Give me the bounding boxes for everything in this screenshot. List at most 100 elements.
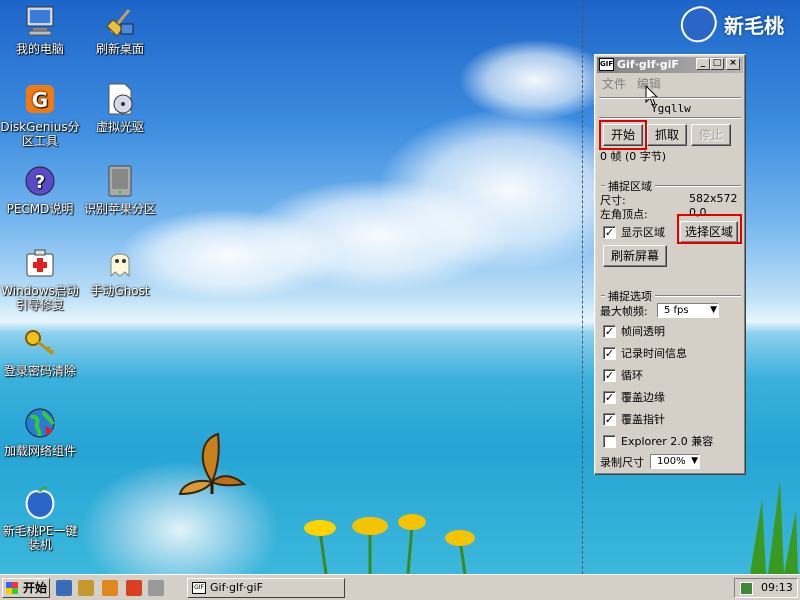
- start-menu-button[interactable]: 开始: [2, 578, 50, 598]
- checkbox-label: 显示区域: [621, 226, 665, 239]
- wallpaper-grass: [750, 480, 798, 574]
- window-title: Gif·gIf·giF: [617, 58, 679, 71]
- option-overlay-border[interactable]: ✓ 覆盖边缘: [603, 389, 665, 405]
- capture-options-group: 捕捉选项: [601, 288, 741, 304]
- tray-network-icon[interactable]: [740, 582, 753, 595]
- peach-icon: [680, 6, 717, 43]
- desktop-icon-refresh[interactable]: 刷新桌面: [80, 4, 160, 56]
- wallpaper-cloud: [460, 40, 610, 120]
- option-overlay-pointer[interactable]: ✓ 覆盖指针: [603, 411, 665, 427]
- desktop-icon-pecmd[interactable]: ? PECMD说明: [0, 164, 80, 216]
- desktop-icon-apple-partition[interactable]: 识别苹果分区: [80, 164, 160, 216]
- desktop-icon-one-click-install[interactable]: 新毛桃PE一键装机: [0, 486, 80, 552]
- checkbox-empty-icon: [603, 434, 616, 448]
- show-area-checkbox[interactable]: ✓ 显示区域: [603, 224, 665, 240]
- icon-label: 登录密码清除: [3, 364, 76, 378]
- record-size-label: 录制尺寸: [600, 456, 644, 469]
- windows-logo-icon: [6, 582, 18, 594]
- system-tray: 09:13: [734, 578, 798, 598]
- checkbox-label: 记录时间信息: [621, 347, 687, 360]
- gif-app-icon: GIF: [599, 58, 614, 71]
- checkbox-label: 帧间透明: [621, 325, 665, 338]
- peach-icon: [25, 486, 55, 519]
- checkmark-icon: ✓: [603, 390, 616, 404]
- icon-label: Windows启动引导修复: [1, 284, 79, 312]
- icon-label: 手动Ghost: [90, 284, 150, 298]
- capture-area-boundary: [582, 0, 583, 574]
- checkmark-icon: ✓: [603, 368, 616, 382]
- desktop-icon-my-computer[interactable]: 我的电脑: [0, 4, 80, 56]
- icon-label: DiskGenius分区工具: [0, 120, 80, 148]
- close-button[interactable]: ×: [726, 58, 740, 70]
- icon-label: PECMD说明: [6, 202, 74, 216]
- filename-label: Ygqllw: [651, 102, 691, 115]
- top-left-label: 左角顶点:: [600, 208, 648, 221]
- taskbar-item-gif[interactable]: GIF Gif·gIf·giF: [187, 578, 345, 598]
- taskbar: 开始 GIF Gif·gIf·giF 09:13: [0, 574, 800, 600]
- option-loop[interactable]: ✓ 循环: [603, 367, 643, 383]
- desktop-icon-virtual-drive[interactable]: 虚拟光驱: [80, 82, 160, 134]
- computer-icon: [26, 6, 54, 36]
- maximize-button[interactable]: □: [710, 58, 724, 70]
- svg-text:?: ?: [35, 172, 45, 193]
- icon-label: 加载网络组件: [3, 444, 76, 458]
- separator: [599, 117, 741, 119]
- frames-info: 0 帧 (0 字节): [600, 150, 667, 163]
- menu-file[interactable]: 文件: [602, 77, 626, 91]
- icon-label: 刷新桌面: [95, 42, 144, 56]
- gif-app-icon: GIF: [192, 582, 206, 594]
- separator: [599, 97, 741, 99]
- task-title: Gif·gIf·giF: [210, 581, 263, 594]
- svg-text:G: G: [32, 88, 48, 112]
- first-aid-kit-icon: [26, 249, 54, 277]
- brand-logo: 新毛桃: [670, 0, 800, 44]
- key-icon: [25, 330, 55, 356]
- help-icon: ?: [25, 166, 55, 196]
- checkmark-icon: ✓: [603, 225, 616, 239]
- option-record-timing[interactable]: ✓ 记录时间信息: [603, 345, 687, 361]
- desktop-icon-manual-ghost[interactable]: 手动Ghost: [80, 246, 160, 298]
- hard-disk-icon: [108, 165, 132, 197]
- option-inter-frame-transparency[interactable]: ✓ 帧间透明: [603, 323, 665, 339]
- dropdown-arrow-icon: ▼: [710, 305, 717, 315]
- desktop-icon-boot-repair[interactable]: Windows启动引导修复: [0, 246, 80, 312]
- checkmark-icon: ✓: [603, 412, 616, 426]
- icon-label: 我的电脑: [15, 42, 64, 56]
- brand-text: 新毛桃: [724, 14, 784, 38]
- capture-button[interactable]: 抓取: [647, 124, 687, 146]
- gif-capture-window: GIF Gif·gIf·giF _ □ × 文件 编辑 Ygqllw 开始 抓取…: [594, 54, 746, 475]
- desktop-icon-network[interactable]: 加载网络组件: [0, 406, 80, 458]
- checkbox-label: Explorer 2.0 兼容: [621, 435, 714, 448]
- quicklaunch-eraser-icon[interactable]: [148, 580, 164, 596]
- cd-drive-icon: [108, 83, 133, 115]
- select-value: 5 fps: [664, 305, 689, 316]
- checkmark-icon: ✓: [603, 346, 616, 360]
- refresh-screen-button[interactable]: 刷新屏幕: [603, 245, 667, 267]
- quicklaunch-app-icon[interactable]: [126, 580, 142, 596]
- desktop-icon-password-clear[interactable]: 登录密码清除: [0, 326, 80, 378]
- option-explorer-compat[interactable]: Explorer 2.0 兼容: [603, 433, 713, 449]
- wallpaper-butterfly: [178, 432, 247, 496]
- checkbox-label: 循环: [621, 369, 643, 382]
- select-value: 100%: [657, 456, 686, 467]
- diskgenius-icon: G: [26, 85, 54, 113]
- quicklaunch-tools-icon[interactable]: [78, 580, 94, 596]
- checkmark-icon: ✓: [603, 324, 616, 338]
- icon-label: 新毛桃PE一键装机: [2, 524, 78, 552]
- globe-icon: [25, 408, 55, 438]
- dropdown-arrow-icon: ▼: [691, 456, 698, 466]
- checkbox-label: 覆盖指针: [621, 413, 665, 426]
- icon-label: 虚拟光驱: [95, 120, 144, 134]
- quicklaunch-explorer-icon[interactable]: [56, 580, 72, 596]
- max-fps-select[interactable]: 5 fps ▼: [657, 303, 719, 318]
- group-title: 捕捉选项: [608, 290, 652, 303]
- stop-button[interactable]: 停止: [691, 124, 731, 146]
- ghost-icon: [110, 253, 130, 278]
- highlight-start: [599, 120, 647, 150]
- record-size-select[interactable]: 100% ▼: [650, 454, 700, 469]
- minimize-button[interactable]: _: [696, 58, 710, 70]
- desktop-icon-diskgenius[interactable]: G DiskGenius分区工具: [0, 82, 80, 148]
- wallpaper-flowers: [304, 514, 475, 574]
- clock[interactable]: 09:13: [761, 581, 793, 594]
- quicklaunch-folder-icon[interactable]: [102, 580, 118, 596]
